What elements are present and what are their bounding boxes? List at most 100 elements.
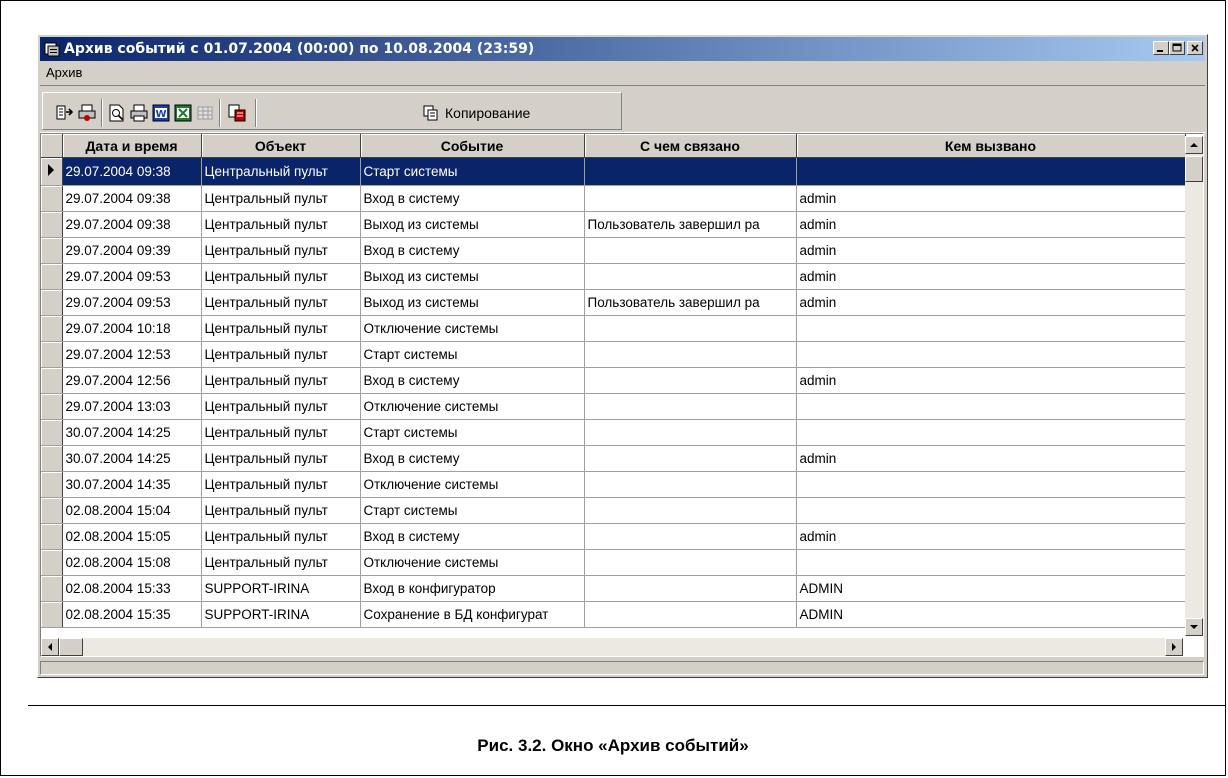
cell-caused-by[interactable] [796, 549, 1186, 576]
row-indicator[interactable] [41, 601, 63, 628]
word-icon[interactable]: W [151, 103, 171, 123]
cell-related[interactable] [584, 601, 797, 628]
header-object[interactable]: Объект [201, 134, 361, 158]
cell-related[interactable]: Пользователь завершил ра [584, 211, 797, 238]
row-indicator[interactable] [41, 419, 63, 446]
scroll-down-button[interactable] [1185, 618, 1203, 636]
row-indicator[interactable] [41, 237, 63, 264]
cell-event[interactable]: Отключение системы [360, 315, 585, 342]
table-row[interactable]: 29.07.2004 09:39 Центральный пульт Вход в … [41, 237, 1186, 264]
cell-object[interactable]: Центральный пульт [201, 523, 361, 550]
maximize-button[interactable] [1169, 41, 1185, 55]
cell-related[interactable] [584, 575, 797, 602]
minimize-button[interactable] [1153, 41, 1169, 55]
cell-datetime[interactable]: 02.08.2004 15:04 [62, 497, 202, 524]
menu-archive[interactable]: Архив [46, 65, 82, 80]
cell-related[interactable] [584, 237, 797, 264]
row-indicator[interactable] [41, 549, 63, 576]
cell-event[interactable]: Вход в систему [360, 445, 585, 472]
row-indicator[interactable] [41, 497, 63, 524]
cell-related[interactable] [584, 393, 797, 420]
cell-object[interactable]: Центральный пульт [201, 341, 361, 368]
cell-caused-by[interactable]: ADMIN [796, 601, 1186, 628]
cell-datetime[interactable]: 29.07.2004 09:39 [62, 237, 202, 264]
header-event[interactable]: Событие [360, 134, 585, 158]
scroll-thumb[interactable] [1185, 156, 1203, 182]
cell-object[interactable]: Центральный пульт [201, 445, 361, 472]
cell-related[interactable] [584, 341, 797, 368]
cell-datetime[interactable]: 02.08.2004 15:33 [62, 575, 202, 602]
cell-event[interactable]: Вход в систему [360, 523, 585, 550]
horizontal-scrollbar[interactable] [41, 638, 1183, 656]
row-indicator[interactable] [41, 367, 63, 394]
cell-datetime[interactable]: 29.07.2004 10:18 [62, 315, 202, 342]
cell-caused-by[interactable]: ADMIN [796, 575, 1186, 602]
table-row[interactable]: 30.07.2004 14:35 Центральный пульт Отключе… [41, 471, 1186, 498]
row-indicator[interactable] [41, 157, 63, 186]
scroll-left-button[interactable] [41, 638, 59, 656]
cell-related[interactable] [584, 157, 797, 186]
cell-related[interactable] [584, 471, 797, 498]
cell-event[interactable]: Вход в конфигуратор [360, 575, 585, 602]
row-indicator[interactable] [41, 185, 63, 212]
row-indicator[interactable] [41, 393, 63, 420]
cell-caused-by[interactable] [796, 497, 1186, 524]
cell-caused-by[interactable]: admin [796, 211, 1186, 238]
cell-event[interactable]: Вход в систему [360, 367, 585, 394]
cell-datetime[interactable]: 29.07.2004 09:53 [62, 289, 202, 316]
cell-event[interactable]: Выход из системы [360, 289, 585, 316]
cell-object[interactable]: Центральный пульт [201, 419, 361, 446]
scroll-right-button[interactable] [1165, 638, 1183, 656]
table-row[interactable]: 29.07.2004 09:38 Центральный пульт Старт с… [41, 157, 1186, 186]
table-icon[interactable] [195, 103, 215, 123]
cell-datetime[interactable]: 29.07.2004 12:56 [62, 367, 202, 394]
cell-object[interactable]: Центральный пульт [201, 315, 361, 342]
table-row[interactable]: 02.08.2004 15:35 SUPPORT-IRINA Сохранение … [41, 601, 1186, 628]
cell-caused-by[interactable]: admin [796, 367, 1186, 394]
cell-event[interactable]: Вход в систему [360, 185, 585, 212]
preview-icon[interactable] [107, 103, 127, 123]
cell-object[interactable]: SUPPORT-IRINA [201, 601, 361, 628]
table-row[interactable]: 02.08.2004 15:08 Центральный пульт Отключе… [41, 549, 1186, 576]
cell-object[interactable]: SUPPORT-IRINA [201, 575, 361, 602]
excel-icon[interactable] [173, 103, 193, 123]
cell-related[interactable] [584, 263, 797, 290]
cell-event[interactable]: Выход из системы [360, 211, 585, 238]
cell-object[interactable]: Центральный пульт [201, 497, 361, 524]
cell-event[interactable]: Отключение системы [360, 549, 585, 576]
row-indicator[interactable] [41, 341, 63, 368]
copy-button[interactable]: Копирование [423, 105, 530, 121]
cell-event[interactable]: Старт системы [360, 341, 585, 368]
cell-object[interactable]: Центральный пульт [201, 367, 361, 394]
cell-datetime[interactable]: 30.07.2004 14:25 [62, 445, 202, 472]
cell-object[interactable]: Центральный пульт [201, 289, 361, 316]
cell-related[interactable] [584, 185, 797, 212]
cell-related[interactable] [584, 419, 797, 446]
cell-datetime[interactable]: 29.07.2004 09:53 [62, 263, 202, 290]
vertical-scrollbar[interactable] [1185, 136, 1203, 636]
print-icon[interactable] [129, 103, 149, 123]
table-row[interactable]: 02.08.2004 15:04 Центральный пульт Старт с… [41, 497, 1186, 524]
row-indicator[interactable] [41, 445, 63, 472]
table-row[interactable]: 29.07.2004 13:03 Центральный пульт Отключе… [41, 393, 1186, 420]
cell-event[interactable]: Выход из системы [360, 263, 585, 290]
table-row[interactable]: 30.07.2004 14:25 Центральный пульт Вход в … [41, 445, 1186, 472]
cell-event[interactable]: Отключение системы [360, 393, 585, 420]
cell-event[interactable]: Вход в систему [360, 237, 585, 264]
cell-caused-by[interactable]: admin [796, 263, 1186, 290]
copy-icon[interactable] [227, 103, 247, 123]
table-row[interactable]: 29.07.2004 09:38 Центральный пульт Выход и… [41, 211, 1186, 238]
cell-object[interactable]: Центральный пульт [201, 185, 361, 212]
cell-object[interactable]: Центральный пульт [201, 263, 361, 290]
cell-datetime[interactable]: 02.08.2004 15:08 [62, 549, 202, 576]
cell-datetime[interactable]: 29.07.2004 12:53 [62, 341, 202, 368]
cell-datetime[interactable]: 02.08.2004 15:35 [62, 601, 202, 628]
cell-object[interactable]: Центральный пульт [201, 393, 361, 420]
row-indicator[interactable] [41, 263, 63, 290]
row-indicator[interactable] [41, 523, 63, 550]
row-indicator[interactable] [41, 289, 63, 316]
table-row[interactable]: 29.07.2004 10:18 Центральный пульт Отключе… [41, 315, 1186, 342]
cell-related[interactable] [584, 523, 797, 550]
table-row[interactable]: 29.07.2004 12:53 Центральный пульт Старт с… [41, 341, 1186, 368]
cell-related[interactable] [584, 445, 797, 472]
